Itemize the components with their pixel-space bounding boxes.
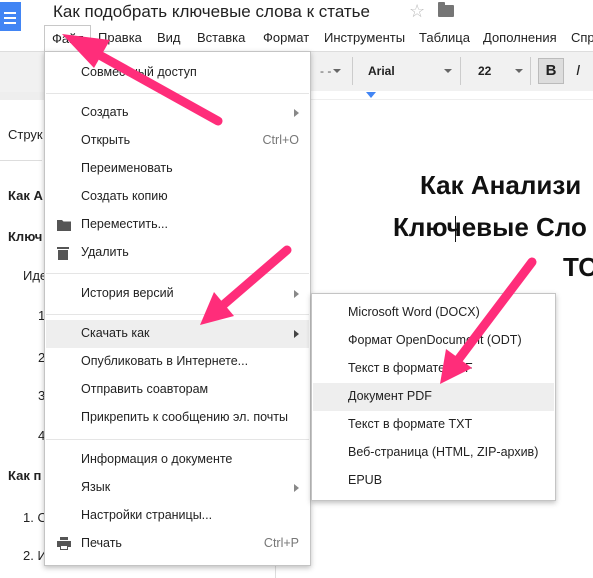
menu-item-language[interactable]: Язык — [46, 474, 309, 502]
submenu-arrow-icon — [294, 330, 299, 338]
menu-separator — [46, 273, 309, 274]
outline-item[interactable]: Как п — [8, 468, 41, 483]
outline-label: Струк — [8, 127, 43, 142]
folder-icon[interactable] — [438, 2, 454, 17]
menu-item-delete[interactable]: Удалить — [46, 239, 309, 267]
menu-item-publish[interactable]: Опубликовать в Интернете... — [46, 348, 309, 376]
menu-item-email-collaborators[interactable]: Отправить соавторам — [46, 376, 309, 404]
menu-item-page-setup[interactable]: Настройки страницы... — [46, 502, 309, 530]
menu-item-rename[interactable]: Переименовать — [46, 155, 309, 183]
menu-separator — [46, 439, 309, 440]
printer-icon — [57, 537, 71, 555]
menu-item-new[interactable]: Создать — [46, 99, 309, 127]
menu-separator — [46, 314, 309, 315]
menu-edit[interactable]: Правка — [98, 30, 142, 45]
font-select[interactable]: Arial — [368, 64, 395, 78]
menu-insert[interactable]: Вставка — [197, 30, 245, 45]
menu-item-make-copy[interactable]: Создать копию — [46, 183, 309, 211]
menu-table[interactable]: Таблица — [419, 30, 470, 45]
doc-heading-line: Как Анализи — [420, 170, 582, 200]
trash-icon — [57, 246, 69, 265]
menu-help[interactable]: Спр — [571, 30, 593, 45]
style-dropdown-icon[interactable] — [333, 69, 341, 73]
menu-file-label: Файл — [52, 31, 84, 46]
outline-item[interactable]: Ключ — [8, 229, 42, 244]
menu-separator — [46, 93, 309, 94]
menu-tools[interactable]: Инструменты — [324, 30, 405, 45]
download-html[interactable]: Веб-страница (HTML, ZIP-архив) — [313, 439, 554, 467]
download-epub[interactable]: EPUB — [313, 467, 554, 495]
star-icon[interactable]: ☆ — [409, 1, 425, 22]
doc-heading-line: ТО — [563, 252, 593, 282]
menu-view[interactable]: Вид — [157, 30, 181, 45]
toolbar-style-ellipsis[interactable]: - - — [320, 64, 331, 78]
submenu-arrow-icon — [294, 484, 299, 492]
document-title[interactable]: Как подобрать ключевые слова к статье — [53, 2, 370, 22]
menu-addons[interactable]: Дополнения — [483, 30, 557, 45]
doc-heading-line: Ключевые Сло — [393, 212, 587, 242]
menu-item-version-history[interactable]: История версий — [46, 280, 309, 308]
toolbar-divider — [352, 57, 353, 85]
font-dropdown-icon[interactable] — [444, 69, 452, 73]
font-size-select[interactable]: 22 — [478, 64, 491, 78]
size-dropdown-icon[interactable] — [515, 69, 523, 73]
docs-logo-icon[interactable] — [0, 0, 28, 52]
submenu-arrow-icon — [294, 109, 299, 117]
menu-item-email-attachment[interactable]: Прикрепить к сообщению эл. почты — [46, 404, 309, 432]
menu-item-share[interactable]: Совместный доступ — [46, 59, 309, 87]
menu-format[interactable]: Формат — [263, 30, 309, 45]
outline-item[interactable]: Как А — [8, 188, 43, 203]
text-cursor — [455, 216, 456, 242]
menu-item-open[interactable]: Открыть Ctrl+O — [46, 127, 309, 155]
outline-divider — [0, 160, 42, 161]
toolbar-divider — [460, 57, 461, 85]
indent-marker-icon[interactable] — [366, 92, 376, 98]
menu-item-doc-details[interactable]: Информация о документе — [46, 446, 309, 474]
ruler — [275, 91, 593, 99]
download-rtf[interactable]: Текст в формате RTF — [313, 355, 554, 383]
italic-button[interactable]: I — [576, 62, 580, 79]
menu-item-move[interactable]: Переместить... — [46, 211, 309, 239]
menu-item-print[interactable]: Печать Ctrl+P — [46, 530, 309, 558]
download-pdf[interactable]: Документ PDF — [313, 383, 554, 411]
bold-button[interactable]: B — [538, 58, 564, 84]
menu-file[interactable]: Файл — [44, 25, 91, 51]
download-txt[interactable]: Текст в формате TXT — [313, 411, 554, 439]
toolbar-divider — [530, 57, 531, 85]
menu-item-download-as[interactable]: Скачать как — [46, 320, 309, 348]
file-menu: Совместный доступ Создать Открыть Ctrl+O … — [44, 51, 311, 566]
submenu-arrow-icon — [294, 290, 299, 298]
download-docx[interactable]: Microsoft Word (DOCX) — [313, 299, 554, 327]
download-submenu: Microsoft Word (DOCX) Формат OpenDocumen… — [311, 293, 556, 501]
folder-icon — [57, 218, 71, 236]
download-odt[interactable]: Формат OpenDocument (ODT) — [313, 327, 554, 355]
